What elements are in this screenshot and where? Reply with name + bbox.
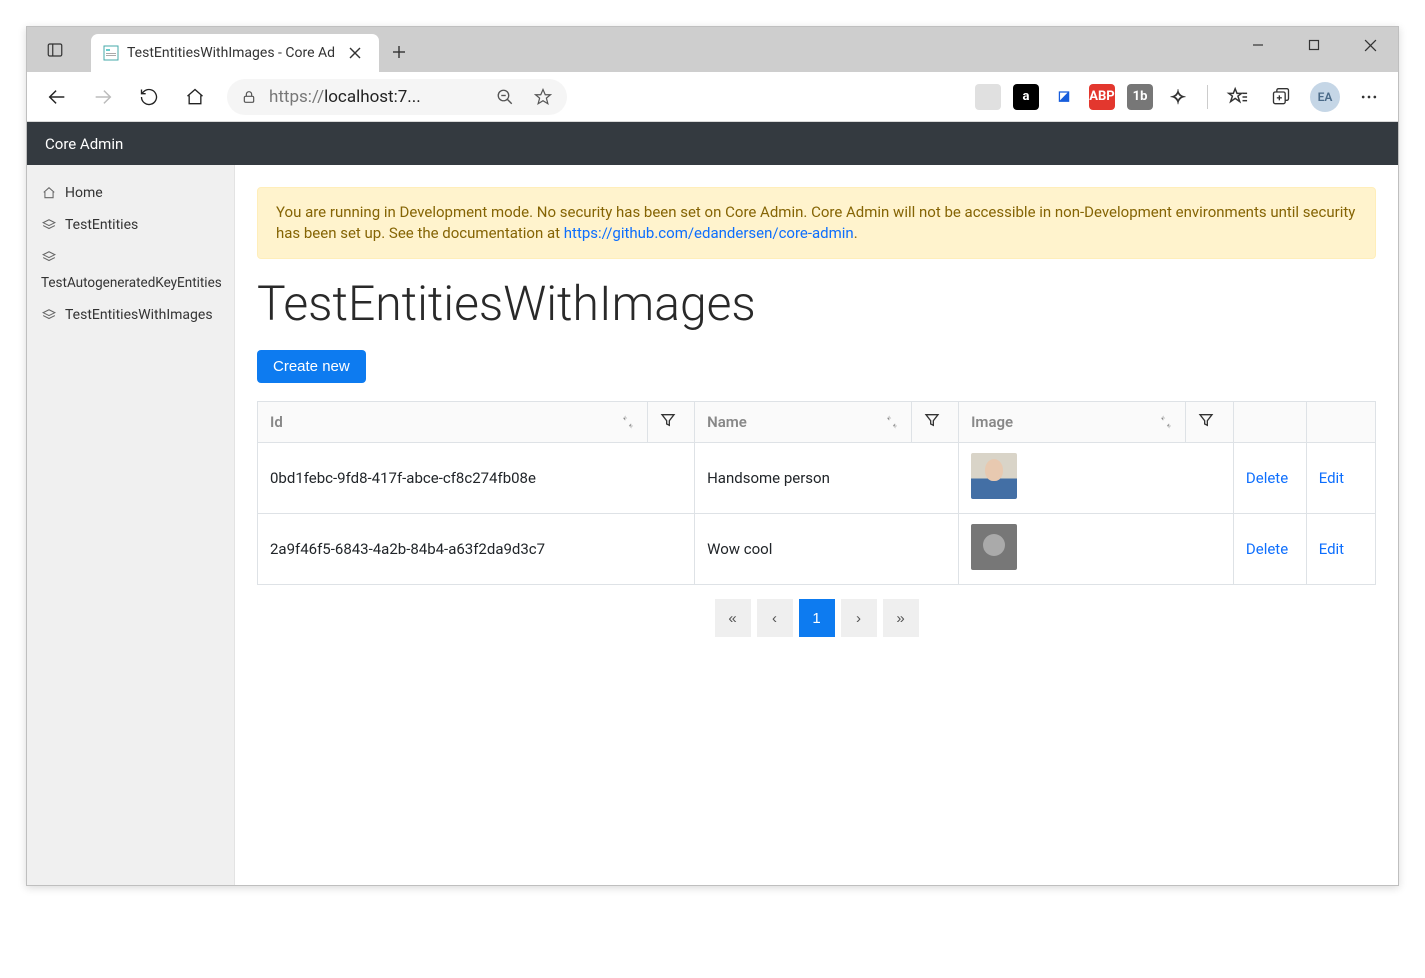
toolbar-divider [1207,85,1208,109]
tab-favicon [103,45,119,61]
page-next-button[interactable]: › [841,599,877,637]
cell-edit: Edit [1306,514,1375,585]
edit-link[interactable]: Edit [1319,540,1344,558]
app-main: You are running in Development mode. No … [235,165,1398,885]
cell-name: Handsome person [695,443,959,514]
app-brand[interactable]: Core Admin [45,135,123,153]
nav-forward-button[interactable] [83,77,123,117]
ext-bitwarden-icon: ◪ [1051,84,1077,110]
cell-edit: Edit [1306,443,1375,514]
col-filter-image[interactable] [1186,402,1234,443]
ext-1-icon [975,84,1001,110]
sidebar-item-label: TestEntitiesWithImages [65,307,213,323]
thumbnail-image [971,524,1017,570]
more-menu-button[interactable] [1350,78,1388,116]
site-info-button[interactable] [235,89,263,105]
sort-icon[interactable] [885,415,899,429]
nav-refresh-button[interactable] [129,77,169,117]
cell-id: 0bd1febc-9fd8-417f-abce-cf8c274fb08e [258,443,695,514]
favorites-list-button[interactable] [1218,78,1256,116]
address-bar[interactable]: https://localhost:7... [227,79,567,115]
tab-actions-button[interactable] [27,27,83,72]
browser-toolbar: https://localhost:7... a ◪ ABP 1b ✧ EA [27,72,1398,122]
window-minimize-button[interactable] [1230,27,1286,63]
sidebar-item-testentitieswithimages[interactable]: TestEntitiesWithImages [27,299,234,331]
ext-abp-icon: ABP [1089,84,1115,110]
sidebar-item-testentities[interactable]: TestEntities [27,209,234,241]
col-filter-id[interactable] [647,402,695,443]
sidebar-item-label: TestAutogeneratedKeyEntities [41,275,220,291]
ext-puzzle-icon: ✧ [1165,84,1191,110]
col-header-id[interactable]: Id [258,402,648,443]
create-new-button[interactable]: Create new [257,350,366,383]
ext-puzzle-button[interactable]: ✧ [1159,78,1197,116]
page-last-button[interactable]: » [883,599,919,637]
cell-image [959,514,1234,585]
tab-close-button[interactable] [343,41,367,65]
app-sidebar: Home TestEntities TestAutogeneratedKeyEnti… [27,165,235,885]
new-tab-button[interactable] [379,32,419,72]
pagination: «‹1›» [257,599,1376,637]
nav-back-button[interactable] [37,77,77,117]
cell-id: 2a9f46f5-6843-4a2b-84b4-a63f2da9d3c7 [258,514,695,585]
edit-link[interactable]: Edit [1319,469,1344,487]
col-header-delete [1233,402,1306,443]
sort-icon[interactable] [1159,415,1173,429]
page-title: TestEntitiesWithImages [257,275,1376,332]
cell-image [959,443,1234,514]
url-text: https://localhost:7... [269,87,483,107]
sidebar-item-testautogeneratedkeyentities[interactable]: TestAutogeneratedKeyEntities [27,241,234,299]
nav-home-button[interactable] [175,77,215,117]
ext-bitwarden-button[interactable]: ◪ [1045,78,1083,116]
page-prev-button[interactable]: ‹ [757,599,793,637]
ext-1b-button[interactable]: 1b [1121,78,1159,116]
avatar: EA [1310,82,1340,112]
page-1-button[interactable]: 1 [799,599,835,637]
ext-privacy-button[interactable]: a [1007,78,1045,116]
ext-abp-button[interactable]: ABP [1083,78,1121,116]
collections-button[interactable] [1262,78,1300,116]
entities-table: Id Name Image [257,401,1376,585]
window-maximize-button[interactable] [1286,27,1342,63]
stack-icon [41,307,57,323]
favorite-button[interactable] [527,88,559,106]
browser-tab[interactable]: TestEntitiesWithImages - Core Ad [91,34,379,72]
sidebar-item-label: TestEntities [65,217,138,233]
app-brand-bar: Core Admin [27,122,1398,165]
alert-text-after: . [854,224,858,242]
browser-titlebar: TestEntitiesWithImages - Core Ad [27,27,1398,72]
tab-title: TestEntitiesWithImages - Core Ad [127,45,335,61]
cell-delete: Delete [1233,443,1306,514]
table-row: 0bd1febc-9fd8-417f-abce-cf8c274fb08eHand… [258,443,1376,514]
stack-icon [41,217,57,233]
zoom-button[interactable] [489,88,521,106]
page-first-button[interactable]: « [715,599,751,637]
col-header-name[interactable]: Name [695,402,911,443]
ext-1-button[interactable] [969,78,1007,116]
window-close-button[interactable] [1342,27,1398,63]
delete-link[interactable]: Delete [1246,469,1288,487]
sidebar-item-home[interactable]: Home [27,177,234,209]
cell-delete: Delete [1233,514,1306,585]
thumbnail-image [971,453,1017,499]
home-icon [41,185,57,201]
ext-1b-icon: 1b [1127,84,1153,110]
stack-icon [41,249,57,265]
cell-name: Wow cool [695,514,959,585]
alert-link[interactable]: https://github.com/edandersen/core-admin [564,224,854,242]
col-header-edit [1306,402,1375,443]
sidebar-item-label: Home [65,185,103,201]
col-filter-name[interactable] [911,402,959,443]
profile-button[interactable]: EA [1306,78,1344,116]
dev-mode-alert: You are running in Development mode. No … [257,187,1376,259]
delete-link[interactable]: Delete [1246,540,1288,558]
sort-icon[interactable] [621,415,635,429]
col-header-image[interactable]: Image [959,402,1186,443]
table-row: 2a9f46f5-6843-4a2b-84b4-a63f2da9d3c7Wow … [258,514,1376,585]
ext-privacy-icon: a [1013,84,1039,110]
